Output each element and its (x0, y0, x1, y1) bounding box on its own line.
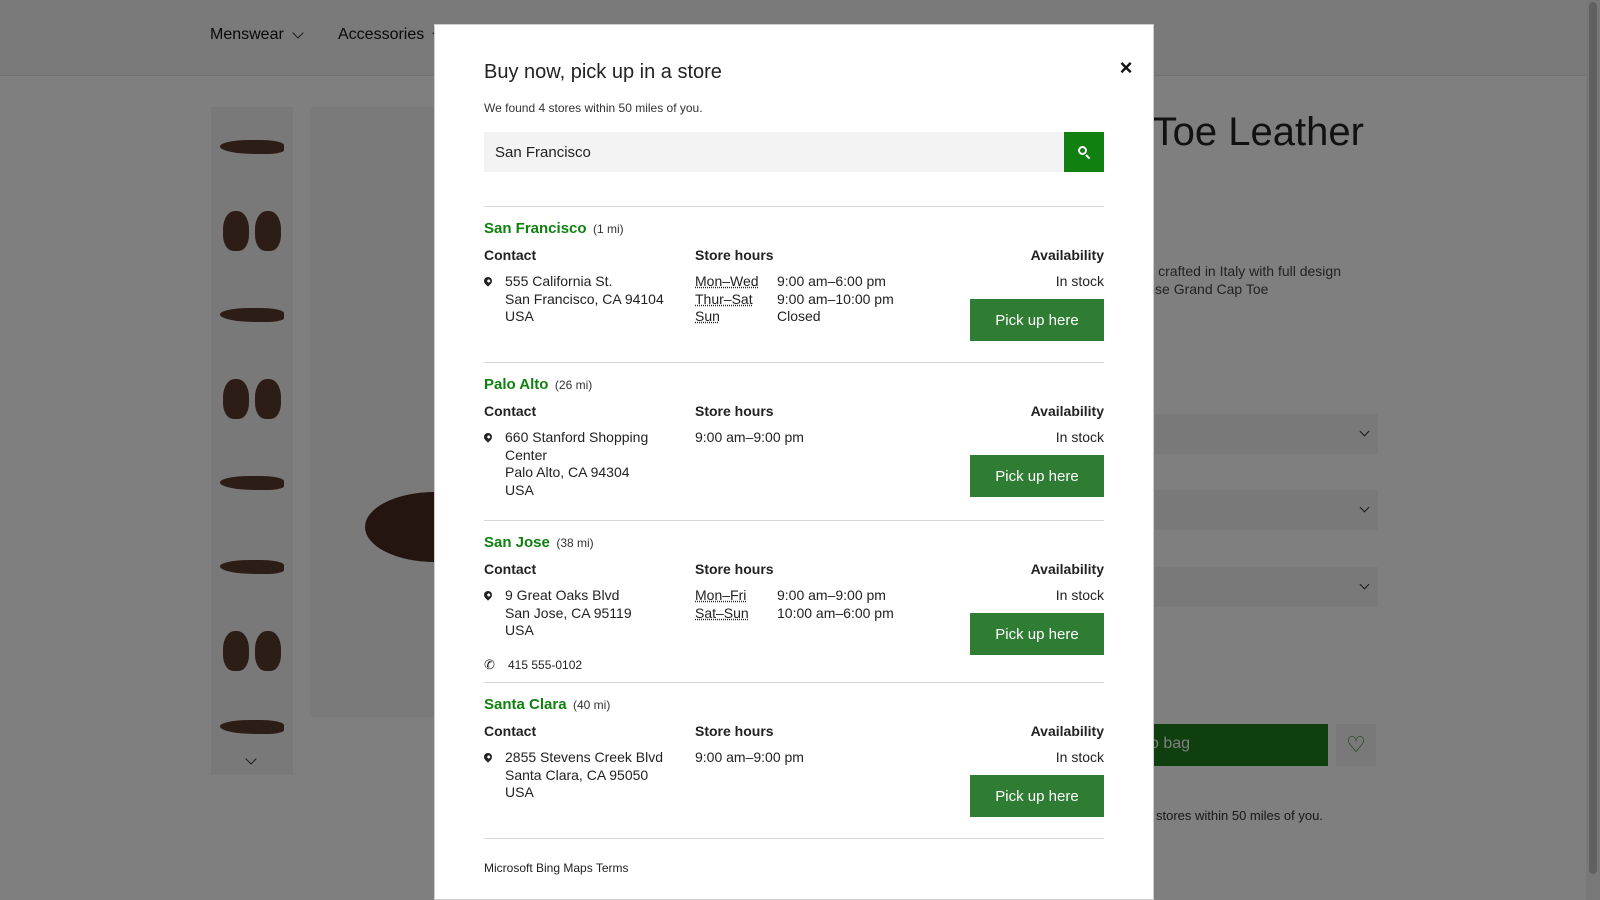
store-hours: Mon–Wed 9:00 am–6:00 pm Thur–Sat 9:00 am–1… (695, 273, 894, 326)
address-line: USA (505, 622, 534, 638)
store-hours: 9:00 am–9:00 pm (695, 429, 804, 445)
contact-label: Contact (484, 561, 537, 577)
divider (484, 838, 1104, 839)
store-hours-label: Store hours (695, 561, 774, 577)
hours-time: 9:00 am–10:00 pm (777, 290, 894, 307)
store-listing: San Francisco (1 mi) Contact Store hours… (482, 220, 1104, 360)
divider (484, 206, 1104, 207)
contact-label: Contact (484, 247, 537, 263)
store-distance: (40 mi) (573, 698, 611, 712)
pick-up-here-button[interactable]: Pick up here (970, 613, 1104, 655)
address-line: Santa Clara, CA 95050 (505, 766, 649, 783)
contact-label: Contact (484, 723, 537, 739)
bing-maps-terms-link[interactable]: Microsoft Bing Maps Terms (484, 861, 629, 875)
address-line: San Jose, CA 95119 (505, 604, 632, 621)
location-pin-icon (482, 751, 494, 763)
hours-time: 9:00 am–9:00 pm (777, 587, 886, 603)
availability-label: Availability (1030, 723, 1104, 739)
hours-time: 10:00 am–6:00 pm (777, 604, 894, 621)
phone-icon: ✆ (484, 657, 495, 672)
availability-label: Availability (1030, 561, 1104, 577)
store-phone: ✆ 415 555-0102 (484, 657, 582, 672)
divider (484, 520, 1104, 521)
store-address: 555 California St. San Francisco, CA 941… (482, 273, 684, 326)
search-icon (1078, 146, 1091, 160)
store-name-link[interactable]: Palo Alto (484, 376, 548, 393)
store-distance: (38 mi) (556, 536, 594, 550)
availability-label: Availability (1030, 403, 1104, 419)
location-pin-icon (482, 275, 494, 287)
availability-status: In stock (1055, 273, 1104, 289)
store-address: 9 Great Oaks Blvd San Jose, CA 95119 USA (482, 587, 684, 640)
store-hours-label: Store hours (695, 247, 774, 263)
hours-days: Mon–Wed (695, 273, 759, 289)
address-line: USA (505, 784, 534, 800)
close-icon[interactable]: × (1115, 57, 1137, 79)
location-search-input[interactable] (484, 132, 1064, 172)
store-listing: San Jose (38 mi) Contact Store hours Ava… (482, 534, 1104, 679)
address-line: Palo Alto, CA 94304 (505, 464, 630, 480)
modal-subtitle: We found 4 stores within 50 miles of you… (484, 101, 703, 115)
store-search (484, 132, 1104, 172)
location-pin-icon (482, 431, 494, 443)
address-line: 660 Stanford Shopping (505, 429, 649, 445)
address-line: 555 California St. (505, 273, 613, 289)
store-hours: 9:00 am–9:00 pm (695, 749, 804, 765)
location-pin-icon (482, 589, 494, 601)
store-address: 2855 Stevens Creek Blvd Santa Clara, CA … (482, 749, 684, 802)
store-distance: (1 mi) (593, 222, 624, 236)
store-name-link[interactable]: San Jose (484, 534, 550, 551)
store-address: 660 Stanford Shopping Center Palo Alto, … (482, 429, 684, 499)
store-listing: Santa Clara (40 mi) Contact Store hours … (482, 696, 1104, 836)
phone-number[interactable]: 415 555-0102 (508, 658, 582, 672)
availability-status: In stock (1055, 749, 1104, 765)
hours-time: Closed (777, 308, 821, 324)
store-hours-label: Store hours (695, 403, 774, 419)
store-name-link[interactable]: San Francisco (484, 220, 587, 237)
address-line: USA (505, 481, 534, 498)
store-name-link[interactable]: Santa Clara (484, 696, 567, 713)
address-line: USA (505, 308, 534, 324)
divider (484, 362, 1104, 363)
store-hours-label: Store hours (695, 723, 774, 739)
search-button[interactable] (1064, 132, 1104, 172)
pick-up-here-button[interactable]: Pick up here (970, 775, 1104, 817)
pick-up-here-button[interactable]: Pick up here (970, 455, 1104, 497)
divider (484, 682, 1104, 683)
hours-time: 9:00 am–6:00 pm (777, 273, 886, 289)
address-line: Center (505, 446, 548, 463)
availability-status: In stock (1055, 587, 1104, 603)
availability-label: Availability (1030, 247, 1104, 263)
pick-up-here-button[interactable]: Pick up here (970, 299, 1104, 341)
hours-days: Sat–Sun (695, 604, 749, 621)
hours-days: Sun (695, 308, 720, 324)
modal-title: Buy now, pick up in a store (484, 61, 722, 83)
store-pickup-modal: Buy now, pick up in a store × We found 4… (434, 24, 1154, 900)
address-line: 2855 Stevens Creek Blvd (505, 749, 663, 765)
address-line: 9 Great Oaks Blvd (505, 587, 620, 603)
availability-status: In stock (1055, 429, 1104, 445)
hours-days: Thur–Sat (695, 290, 753, 307)
store-listing: Palo Alto (26 mi) Contact Store hours Av… (482, 376, 1104, 516)
store-distance: (26 mi) (554, 378, 593, 392)
store-hours: Mon–Fri 9:00 am–9:00 pm Sat–Sun 10:00 am–6… (695, 587, 894, 622)
contact-label: Contact (484, 403, 537, 419)
address-line: San Francisco, CA 94104 (505, 290, 664, 307)
hours-days: Mon–Fri (695, 587, 747, 603)
